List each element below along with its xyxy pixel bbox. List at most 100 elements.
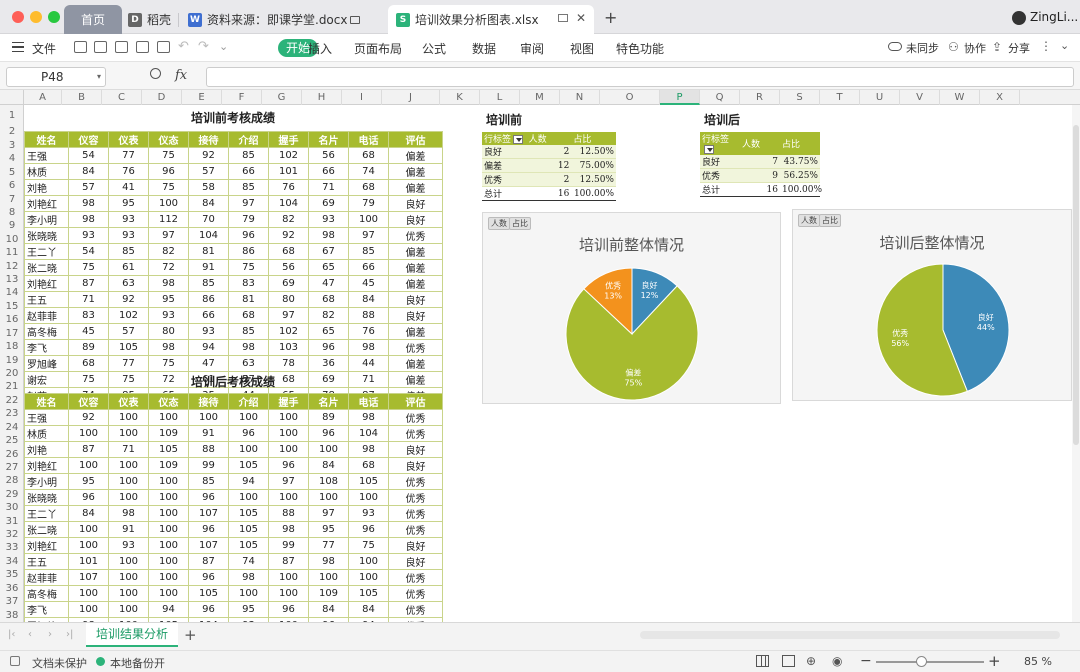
score-cell[interactable]: 100 (228, 489, 269, 506)
row-header-26[interactable]: 26 (0, 449, 24, 460)
score-cell[interactable]: 80 (268, 291, 309, 308)
score-cell[interactable]: 100 (68, 457, 109, 474)
score-cell[interactable]: 99 (188, 457, 229, 474)
score-cell[interactable]: 100 (348, 569, 389, 586)
tab-home[interactable]: 首页 (64, 5, 122, 34)
open-folder-icon[interactable] (74, 41, 87, 53)
row-header-21[interactable]: 21 (0, 381, 24, 392)
score-cell[interactable]: 105 (348, 585, 389, 602)
score-cell[interactable]: 69 (308, 195, 349, 212)
score-cell[interactable]: 91 (188, 259, 229, 276)
score-cell[interactable]: 63 (228, 355, 269, 372)
score-cell[interactable]: 36 (308, 355, 349, 372)
score-cell[interactable]: 45 (68, 323, 109, 340)
score-cell[interactable]: 83 (228, 275, 269, 292)
menu-formula[interactable]: 公式 (422, 40, 446, 57)
score-cell[interactable]: 76 (348, 323, 389, 340)
score-cell[interactable]: 84 (308, 601, 349, 618)
row-header-35[interactable]: 35 (0, 569, 24, 580)
evaluation-cell[interactable]: 优秀 (388, 601, 443, 618)
score-cell[interactable]: 100 (68, 537, 109, 554)
row-header-36[interactable]: 36 (0, 583, 24, 594)
evaluation-cell[interactable]: 优秀 (388, 425, 443, 442)
column-header-d[interactable]: D (142, 90, 182, 105)
score-cell[interactable]: 92 (268, 227, 309, 244)
evaluation-cell[interactable]: 偏差 (388, 243, 443, 260)
evaluation-cell[interactable]: 偏差 (388, 355, 443, 372)
pivot-header-cell[interactable]: 行标签 (700, 132, 740, 155)
score-cell[interactable]: 95 (228, 601, 269, 618)
score-cell[interactable]: 84 (348, 291, 389, 308)
evaluation-cell[interactable]: 偏差 (388, 259, 443, 276)
score-cell[interactable]: 98 (268, 521, 309, 538)
row-header-22[interactable]: 22 (0, 395, 24, 406)
row-header-12[interactable]: 12 (0, 261, 24, 272)
score-cell[interactable]: 100 (268, 569, 309, 586)
score-cell[interactable]: 88 (268, 505, 309, 522)
evaluation-cell[interactable]: 优秀 (388, 521, 443, 538)
evaluation-cell[interactable]: 优秀 (388, 473, 443, 490)
score-cell[interactable]: 96 (228, 227, 269, 244)
score-cell[interactable]: 100 (148, 505, 189, 522)
pivot-header-cell[interactable]: 行标签 (482, 132, 527, 145)
score-cell[interactable]: 85 (108, 243, 149, 260)
name-cell[interactable]: 刘艳 (24, 441, 69, 458)
score-cell[interactable]: 97 (348, 227, 389, 244)
score-cell[interactable]: 63 (108, 275, 149, 292)
score-cell[interactable]: 92 (68, 409, 109, 426)
column-header-cell[interactable]: 评估 (388, 393, 443, 410)
row-header-14[interactable]: 14 (0, 287, 24, 298)
score-cell[interactable]: 70 (188, 211, 229, 228)
score-cell[interactable]: 85 (188, 473, 229, 490)
save-icon[interactable] (94, 41, 107, 53)
score-cell[interactable]: 100 (188, 409, 229, 426)
score-cell[interactable]: 98 (68, 211, 109, 228)
zoom-search-icon[interactable] (150, 68, 161, 79)
row-header-18[interactable]: 18 (0, 341, 24, 352)
score-cell[interactable]: 97 (228, 195, 269, 212)
score-cell[interactable]: 96 (348, 521, 389, 538)
prev-sheet-icon[interactable]: ‹ (28, 629, 32, 640)
pivot-cell[interactable]: 100.00% (780, 182, 822, 197)
score-cell[interactable]: 105 (148, 441, 189, 458)
score-cell[interactable]: 100 (148, 409, 189, 426)
score-cell[interactable]: 86 (228, 243, 269, 260)
evaluation-cell[interactable]: 良好 (388, 211, 443, 228)
formula-input[interactable] (206, 67, 1074, 87)
score-cell[interactable]: 105 (228, 505, 269, 522)
score-cell[interactable]: 98 (308, 553, 349, 570)
score-cell[interactable]: 100 (268, 425, 309, 442)
name-cell[interactable]: 王五 (24, 553, 69, 570)
score-cell[interactable]: 77 (308, 537, 349, 554)
score-cell[interactable]: 61 (108, 259, 149, 276)
score-cell[interactable]: 54 (68, 147, 109, 164)
score-cell[interactable]: 65 (308, 259, 349, 276)
column-header-t[interactable]: T (820, 90, 860, 105)
score-cell[interactable]: 100 (108, 409, 149, 426)
score-cell[interactable]: 96 (188, 489, 229, 506)
collaborate-icon[interactable]: ⚇ (948, 40, 959, 54)
score-cell[interactable]: 67 (308, 243, 349, 260)
score-cell[interactable]: 104 (188, 227, 229, 244)
score-cell[interactable]: 112 (148, 211, 189, 228)
score-cell[interactable]: 47 (308, 275, 349, 292)
row-header-3[interactable]: 3 (0, 140, 24, 151)
name-cell[interactable]: 刘艳红 (24, 275, 69, 292)
score-cell[interactable]: 81 (188, 243, 229, 260)
score-cell[interactable]: 100 (148, 537, 189, 554)
score-cell[interactable]: 84 (68, 505, 109, 522)
column-header-g[interactable]: G (262, 90, 302, 105)
column-header-f[interactable]: F (222, 90, 262, 105)
column-header-s[interactable]: S (780, 90, 820, 105)
score-cell[interactable]: 98 (148, 339, 189, 356)
score-cell[interactable]: 47 (188, 355, 229, 372)
score-cell[interactable]: 99 (268, 537, 309, 554)
menu-data[interactable]: 数据 (472, 40, 496, 57)
score-cell[interactable]: 75 (228, 259, 269, 276)
score-cell[interactable]: 100 (108, 473, 149, 490)
score-cell[interactable]: 100 (68, 601, 109, 618)
column-header-cell[interactable]: 仪容 (68, 393, 109, 410)
evaluation-cell[interactable]: 偏差 (388, 147, 443, 164)
score-cell[interactable]: 96 (148, 163, 189, 180)
score-cell[interactable]: 108 (308, 473, 349, 490)
